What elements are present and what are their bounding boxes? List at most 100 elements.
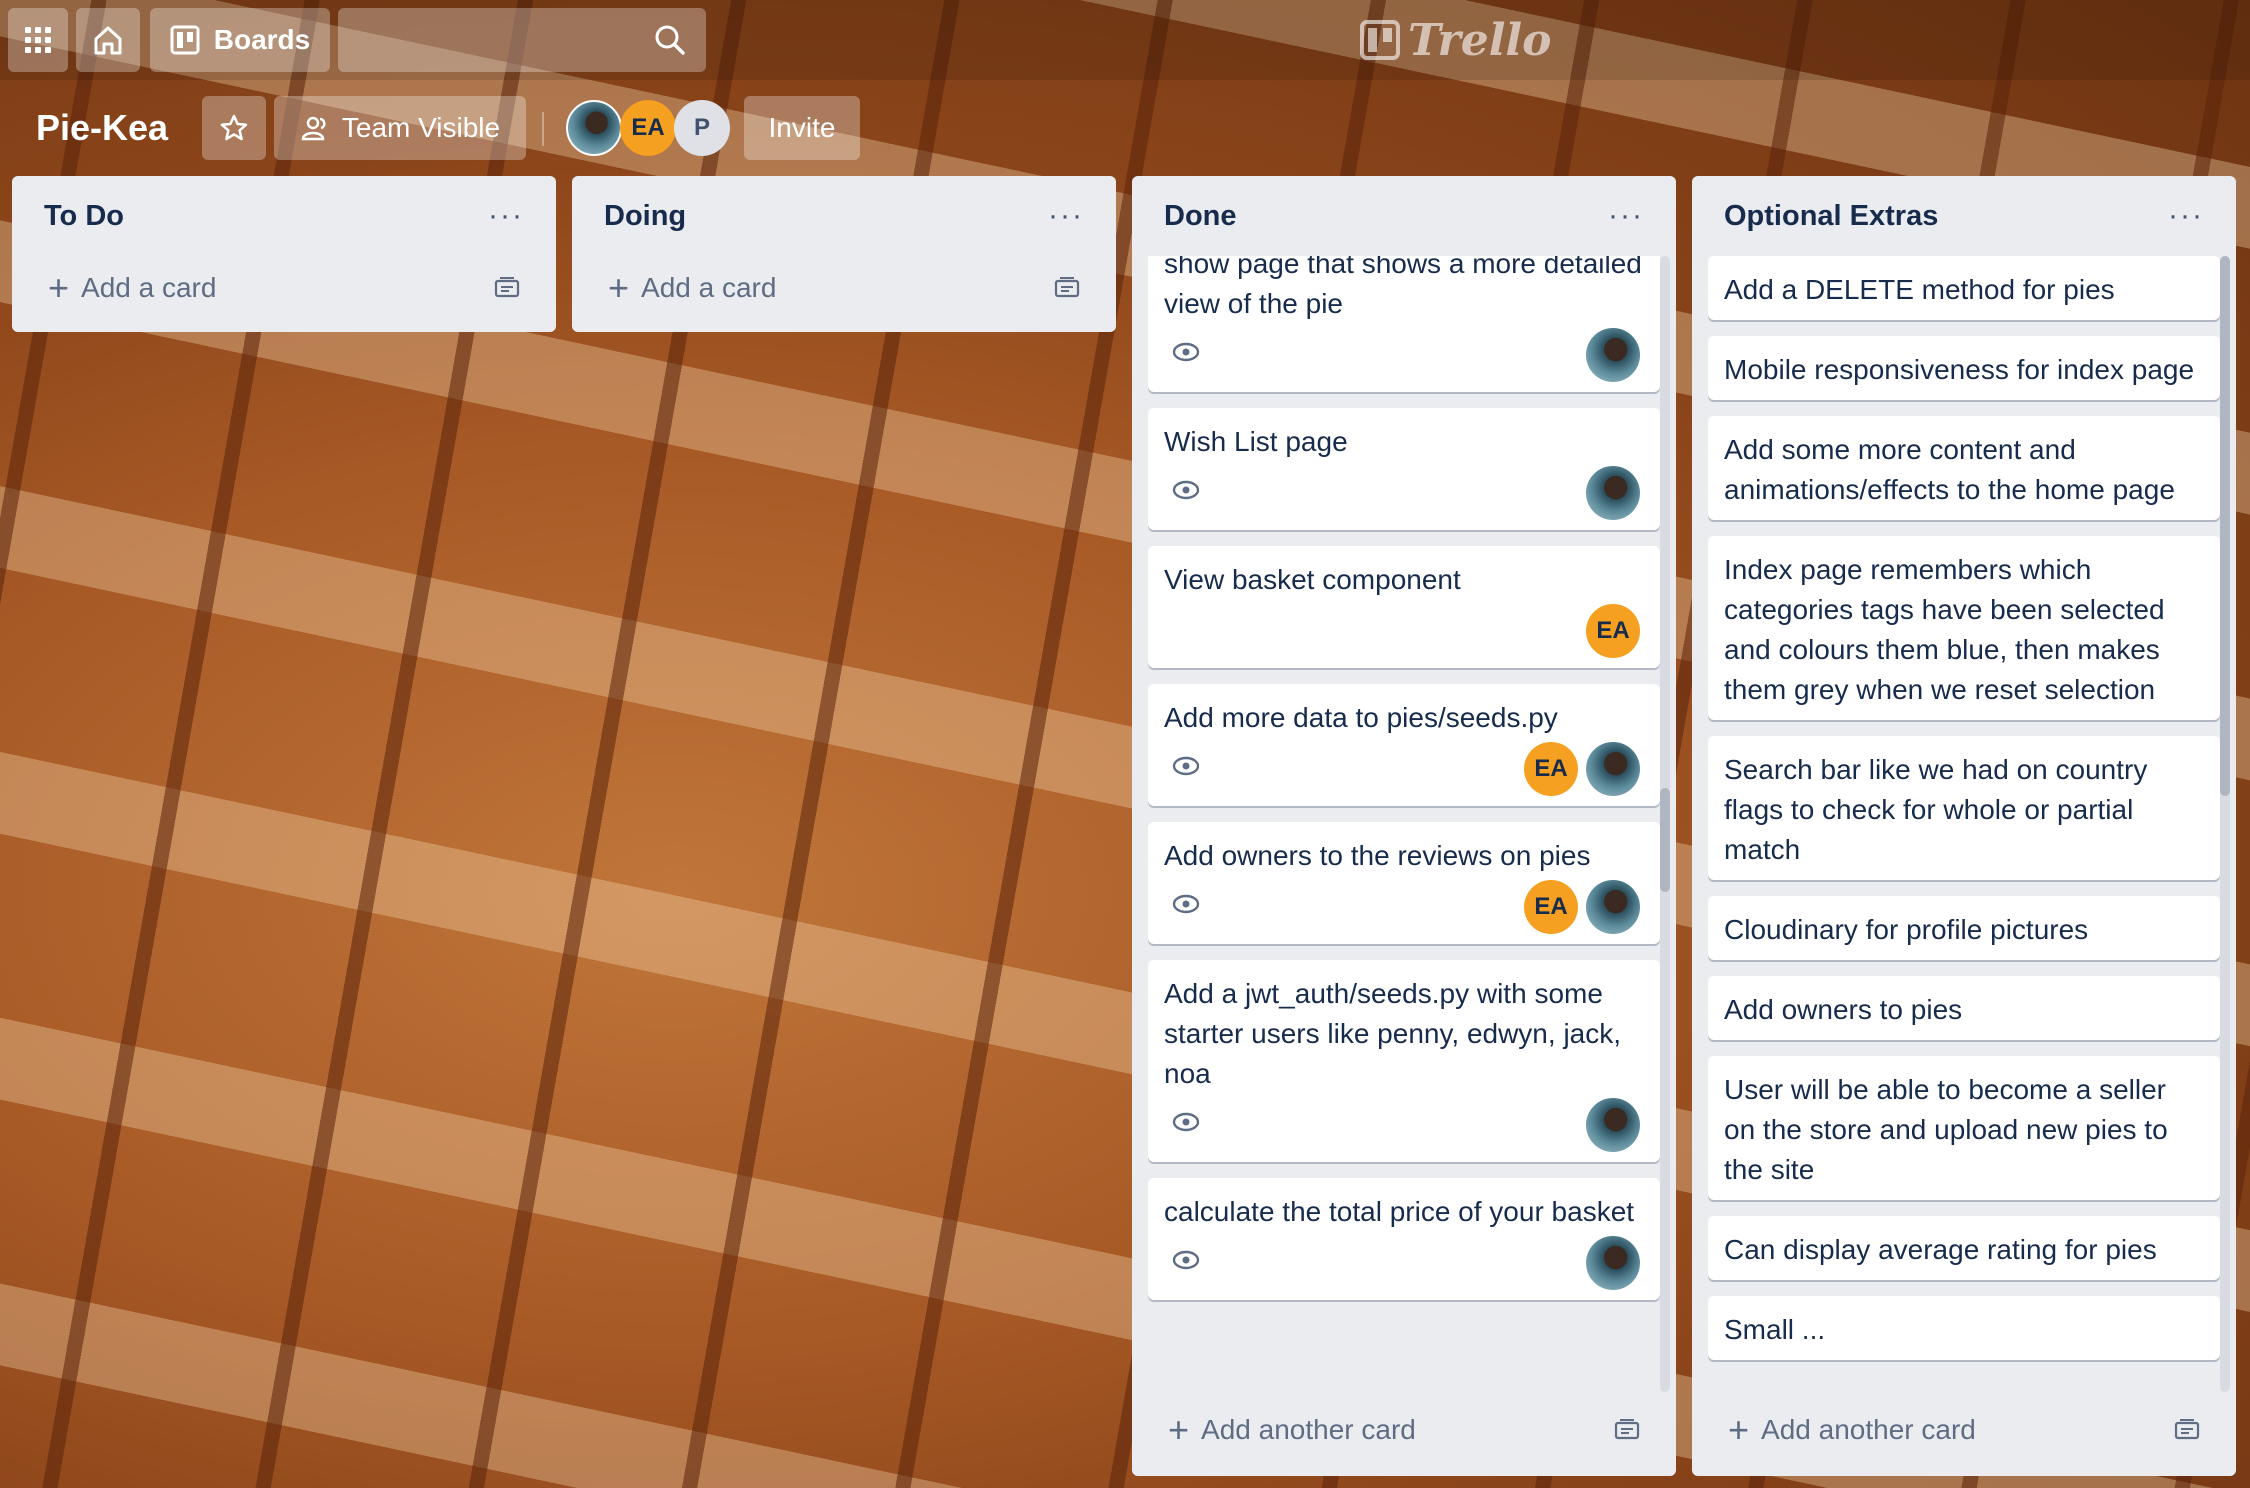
card-item[interactable]: Add a DELETE method for pies — [1708, 256, 2220, 320]
trello-logo[interactable]: Trello — [1360, 14, 1552, 66]
card-member-avatar[interactable] — [1586, 1236, 1640, 1290]
boards-label: Boards — [213, 24, 311, 55]
card-title: Cloudinary for profile pictures — [1724, 914, 2089, 945]
card-item[interactable]: Search bar like we had on country flags … — [1708, 736, 2220, 880]
visibility-label: Team Visible — [341, 112, 501, 143]
top-nav-bar: Boards Trello — [0, 0, 2250, 80]
board-title[interactable]: Pie-Kea — [36, 102, 168, 154]
add-card-button[interactable]: + Add a card — [28, 256, 540, 320]
card-title: Add owners to the reviews on pies — [1164, 840, 1591, 871]
list-header: Optional Extras ··· — [1692, 176, 2236, 256]
invite-button[interactable]: Invite — [744, 96, 860, 160]
card-template-icon[interactable] — [2174, 1418, 2200, 1442]
member-avatar-photo[interactable] — [566, 100, 622, 156]
card-title: Add a DELETE method for pies — [1724, 274, 2115, 305]
card-item[interactable]: Mobile responsiveness for index page — [1708, 336, 2220, 400]
card-member-avatar[interactable] — [1586, 742, 1640, 796]
card-item[interactable]: Index page remembers which categories ta… — [1708, 536, 2220, 720]
card-item[interactable]: User will be able to become a seller on … — [1708, 1056, 2220, 1200]
list-menu-icon[interactable]: ··· — [1048, 199, 1084, 233]
card-title: Small ... — [1724, 1314, 1826, 1345]
card-item[interactable]: Add owners to the reviews on pies EA — [1148, 822, 1660, 944]
board-header: Pie-Kea Team Visible EA P Invite — [0, 96, 2250, 160]
card-title: Can display average rating for pies — [1724, 1234, 2157, 1265]
card-member-avatar[interactable] — [1586, 1098, 1640, 1152]
card-item[interactable]: Wish List page — [1148, 408, 1660, 530]
card-title: Add owners to pies — [1724, 994, 1963, 1025]
search-icon — [655, 25, 685, 55]
card-title: show page that shows a more detailed vie… — [1164, 256, 1642, 319]
trello-logo-icon — [1360, 20, 1400, 60]
member-avatar-p[interactable]: P — [674, 100, 730, 156]
star-icon — [220, 114, 248, 141]
eye-icon — [1172, 756, 1200, 776]
add-card-label: Add a card — [81, 272, 217, 303]
eye-icon — [1172, 480, 1200, 500]
plus-icon: + — [48, 267, 70, 308]
plus-icon: + — [608, 267, 630, 308]
card-member-avatar[interactable] — [1586, 328, 1640, 382]
card-item[interactable]: Add some more content and animations/eff… — [1708, 416, 2220, 520]
card-title: Mobile responsiveness for index page — [1724, 354, 2195, 385]
visibility-button[interactable]: Team Visible — [274, 96, 526, 160]
card-member-avatar[interactable]: EA — [1524, 880, 1578, 934]
add-card-button[interactable]: + Add another card — [1708, 1394, 2220, 1466]
card-item[interactable]: Can display average rating for pies — [1708, 1216, 2220, 1280]
apps-grid-button[interactable] — [8, 8, 68, 72]
add-card-button[interactable]: + Add another card — [1148, 1394, 1660, 1466]
card-item[interactable]: Add more data to pies/seeds.py EA — [1148, 684, 1660, 806]
home-button[interactable] — [76, 8, 140, 72]
list-menu-icon[interactable]: ··· — [2168, 199, 2204, 233]
grid-icon — [25, 27, 51, 53]
card-title: User will be able to become a seller on … — [1724, 1074, 2168, 1185]
card-item[interactable]: Add owners to pies — [1708, 976, 2220, 1040]
list-header: To Do ··· — [12, 176, 556, 256]
card-list: Add a DELETE method for pies Mobile resp… — [1692, 256, 2236, 1394]
add-card-label: Add another card — [1761, 1414, 1976, 1445]
list-header: Doing ··· — [572, 176, 1116, 256]
member-avatar-ea[interactable]: EA — [620, 100, 676, 156]
card-item[interactable]: View basket component EA — [1148, 546, 1660, 668]
card-item[interactable]: show page that shows a more detailed vie… — [1148, 256, 1660, 392]
list-menu-icon[interactable]: ··· — [1608, 199, 1644, 233]
card-title: Wish List page — [1164, 426, 1348, 457]
add-card-button[interactable]: + Add a card — [588, 256, 1100, 320]
add-card-label: Add a card — [641, 272, 777, 303]
list-title[interactable]: Done — [1164, 200, 1237, 233]
search-input[interactable] — [338, 8, 706, 72]
card-member-avatar[interactable]: EA — [1586, 604, 1640, 658]
list-to-do: To Do ··· + Add a card — [12, 176, 556, 332]
list-title[interactable]: To Do — [44, 200, 124, 233]
list-done: Done ··· show page that shows a more det… — [1132, 176, 1676, 1476]
card-item[interactable]: Small ... — [1708, 1296, 2220, 1360]
header-divider — [542, 112, 544, 146]
card-item[interactable]: calculate the total price of your basket — [1148, 1178, 1660, 1300]
team-icon — [301, 116, 326, 141]
eye-icon — [1172, 894, 1200, 914]
plus-icon: + — [1728, 1409, 1750, 1450]
list-menu-icon[interactable]: ··· — [488, 199, 524, 233]
home-icon — [94, 26, 122, 55]
card-item[interactable]: Cloudinary for profile pictures — [1708, 896, 2220, 960]
boards-icon — [170, 25, 200, 55]
card-template-icon[interactable] — [1054, 276, 1080, 300]
card-title: Add a jwt_auth/seeds.py with some starte… — [1164, 978, 1622, 1089]
card-list: show page that shows a more detailed vie… — [1132, 256, 1676, 1394]
list-title[interactable]: Doing — [604, 200, 686, 233]
list-optional-extras: Optional Extras ··· Add a DELETE method … — [1692, 176, 2236, 1476]
card-item[interactable]: Add a jwt_auth/seeds.py with some starte… — [1148, 960, 1660, 1162]
card-title: Index page remembers which categories ta… — [1724, 554, 2165, 705]
logo-text: Trello — [1408, 14, 1552, 66]
card-member-avatar[interactable]: EA — [1524, 742, 1578, 796]
star-button[interactable] — [202, 96, 266, 160]
boards-button[interactable]: Boards — [150, 8, 330, 72]
card-template-icon[interactable] — [494, 276, 520, 300]
list-header: Done ··· — [1132, 176, 1676, 256]
plus-icon: + — [1168, 1409, 1190, 1450]
card-member-avatar[interactable] — [1586, 466, 1640, 520]
list-title[interactable]: Optional Extras — [1724, 200, 1938, 233]
list-doing: Doing ··· + Add a card — [572, 176, 1116, 332]
card-title: Add some more content and animations/eff… — [1724, 434, 2175, 505]
card-template-icon[interactable] — [1614, 1418, 1640, 1442]
card-member-avatar[interactable] — [1586, 880, 1640, 934]
